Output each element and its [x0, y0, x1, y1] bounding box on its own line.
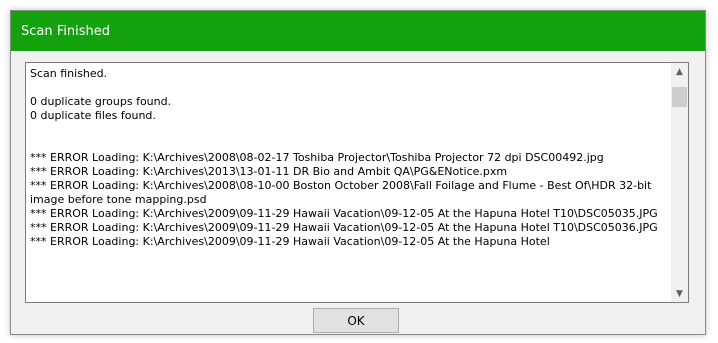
- log-line: *** ERROR Loading: K:\Archives\2009\09-1…: [30, 235, 550, 248]
- ok-button[interactable]: OK: [313, 308, 399, 333]
- log-line: *** ERROR Loading: K:\Archives\2013\13-0…: [30, 165, 508, 178]
- log-line: *** ERROR Loading: K:\Archives\2008\08-0…: [30, 151, 604, 164]
- chevron-up-icon[interactable]: ▲: [671, 63, 688, 80]
- log-text: Scan finished. 0 duplicate groups found. 0…: [30, 67, 670, 249]
- log-line: 0 duplicate groups found.: [30, 95, 172, 108]
- results-log[interactable]: Scan finished. 0 duplicate groups found. 0…: [25, 62, 689, 303]
- vertical-scrollbar[interactable]: ▲ ▼: [671, 63, 688, 302]
- title-bar: Scan Finished: [11, 11, 705, 51]
- scan-finished-dialog: Scan Finished Scan finished. 0 duplicate …: [10, 10, 706, 335]
- chevron-down-icon[interactable]: ▼: [671, 285, 688, 302]
- log-line: *** ERROR Loading: K:\Archives\2008\08-1…: [30, 179, 652, 206]
- log-line: Scan finished.: [30, 67, 108, 80]
- window-title: Scan Finished: [21, 23, 110, 39]
- scrollbar-thumb[interactable]: [672, 87, 687, 107]
- log-line: *** ERROR Loading: K:\Archives\2009\09-1…: [30, 221, 658, 234]
- log-line: *** ERROR Loading: K:\Archives\2009\09-1…: [30, 207, 658, 220]
- log-line: 0 duplicate files found.: [30, 109, 156, 122]
